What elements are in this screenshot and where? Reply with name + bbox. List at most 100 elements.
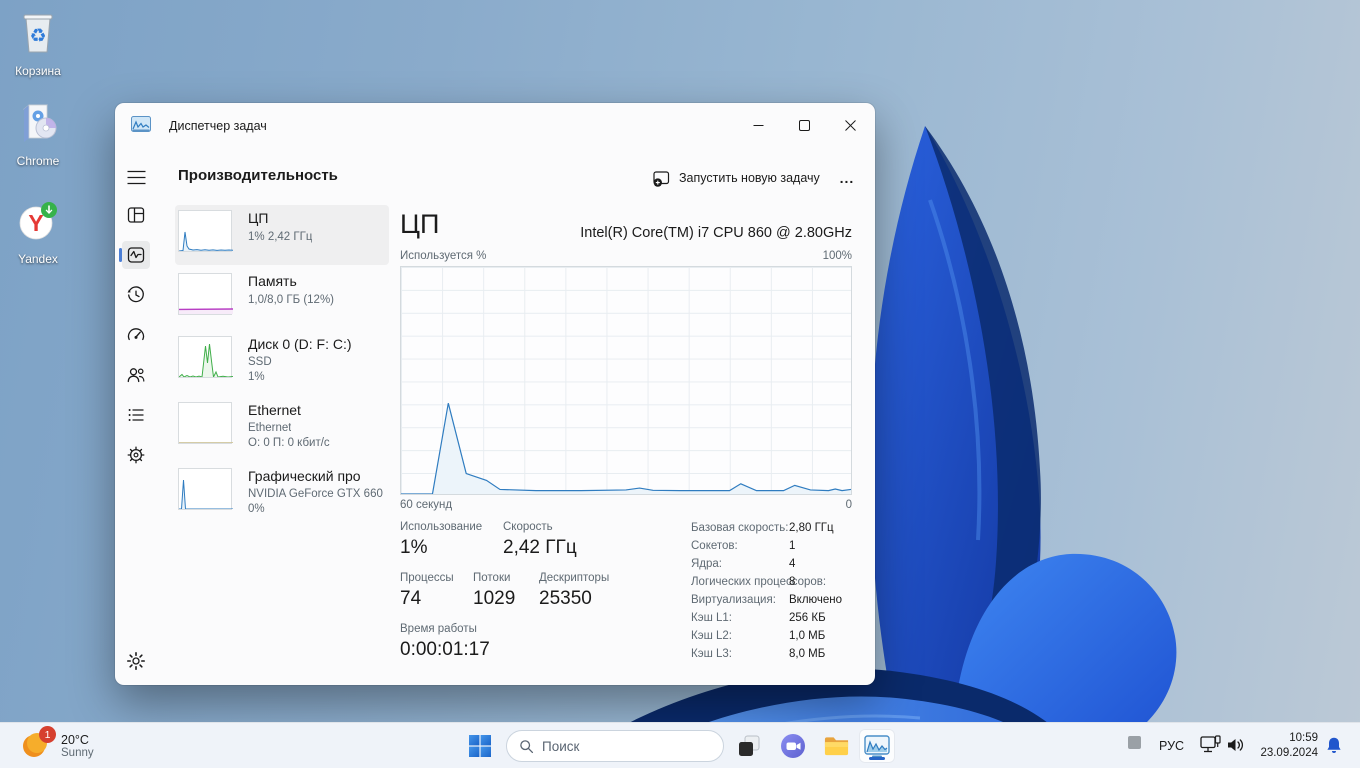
- minimize-button[interactable]: [735, 105, 781, 145]
- graph-ymax-label: 100%: [822, 250, 852, 262]
- desktop-icon-recycle-bin[interactable]: ♻ Корзина: [0, 10, 76, 78]
- clock-date: 23.09.2024: [1260, 747, 1318, 759]
- task-manager-taskbar-button[interactable]: [860, 730, 894, 762]
- perf-item-title: Ethernet: [248, 402, 301, 418]
- sidebar-item-settings[interactable]: [122, 647, 150, 675]
- task-view-button[interactable]: [733, 730, 765, 762]
- close-button[interactable]: [827, 105, 873, 145]
- start-button[interactable]: [464, 730, 496, 762]
- language-indicator[interactable]: РУС: [1159, 739, 1184, 753]
- clock-time: 10:59: [1289, 732, 1318, 744]
- speed-value: 2,42 ГГц: [503, 537, 577, 558]
- startup-apps-icon: [127, 328, 145, 341]
- notification-bell-button[interactable]: [1324, 736, 1344, 761]
- hamburger-icon: [127, 170, 145, 184]
- perf-item-sub: NVIDIA GeForce GTX 660: [248, 488, 383, 500]
- chat-button[interactable]: [777, 730, 809, 762]
- spec-label: Виртуализация:: [691, 594, 776, 606]
- sidebar-item-users[interactable]: [122, 361, 150, 389]
- network-button[interactable]: [1200, 735, 1222, 760]
- ethernet-network-icon: [1200, 735, 1221, 753]
- services-icon: [127, 446, 145, 464]
- perf-item-sub: Ethernet: [248, 422, 292, 434]
- spec-value: 4: [789, 558, 796, 570]
- new-task-icon: [653, 170, 670, 187]
- handles-label: Дескрипторы: [539, 572, 610, 584]
- yandex-icon: Y: [19, 202, 57, 240]
- taskbar: 1 20°C Sunny Поиск РУС 10:59 23.09.2024: [0, 722, 1360, 768]
- svg-text:Y: Y: [28, 210, 43, 236]
- file-explorer-button[interactable]: [820, 730, 852, 762]
- desktop-icon-yandex[interactable]: Y Yandex: [0, 198, 76, 266]
- active-app-indicator: [869, 757, 885, 760]
- maximize-icon: [798, 119, 810, 131]
- desktop-icon-label: Chrome: [16, 154, 60, 168]
- run-new-task-button[interactable]: Запустить новую задачу: [641, 161, 832, 195]
- weather-temp: 20°C: [61, 733, 89, 747]
- more-options-button[interactable]: ...: [831, 161, 863, 195]
- task-manager-icon: [864, 734, 890, 757]
- search-input[interactable]: [542, 738, 692, 754]
- memory-mini-graph: [178, 273, 234, 315]
- notification-badge: 1: [39, 726, 56, 743]
- sidebar-item-performance[interactable]: [122, 241, 150, 269]
- spec-label: Логических процессоров:: [691, 576, 827, 588]
- spec-label: Ядра:: [691, 558, 723, 570]
- task-manager-window: Диспетчер задач Производительность Запус…: [115, 103, 875, 685]
- menu-button[interactable]: [122, 163, 150, 191]
- perf-item-sub: О: 0 П: 0 кбит/с: [248, 437, 330, 449]
- spec-value: 1,0 МБ: [789, 630, 826, 642]
- weather-widget[interactable]: 1 20°C Sunny: [12, 723, 102, 768]
- desktop-icon-chrome-installer[interactable]: Chrome: [0, 100, 76, 168]
- threads-value: 1029: [473, 588, 516, 609]
- windows-logo-icon: [469, 735, 491, 757]
- threads-label: Потоки: [473, 572, 511, 584]
- recycle-bin-icon: ♻: [23, 14, 53, 53]
- processes-label: Процессы: [400, 572, 454, 584]
- processes-value: 74: [400, 588, 422, 609]
- perf-list-item-disk[interactable]: Диск 0 (D: F: C:) SSD 1%: [175, 331, 389, 397]
- sidebar-item-processes[interactable]: [122, 201, 150, 229]
- perf-list-item-ethernet[interactable]: Ethernet Ethernet О: 0 П: 0 кбит/с: [175, 397, 389, 463]
- perf-list-item-gpu[interactable]: Графический про NVIDIA GeForce GTX 660 0…: [175, 463, 389, 529]
- perf-item-title: Память: [248, 273, 297, 289]
- sidebar-item-app-history[interactable]: [122, 281, 150, 309]
- spec-label: Базовая скорость:: [691, 522, 789, 534]
- gpu-mini-graph: [178, 468, 233, 510]
- volume-button[interactable]: [1226, 736, 1246, 759]
- cpu-usage-graph: [400, 266, 852, 495]
- close-icon: [844, 119, 856, 131]
- spec-value: 256 КБ: [789, 612, 826, 624]
- taskbar-search[interactable]: [506, 730, 724, 762]
- page-title: Производительность: [178, 167, 338, 184]
- clock[interactable]: 10:59 23.09.2024: [1252, 731, 1318, 761]
- usage-label: Использование: [400, 521, 483, 533]
- window-title: Диспетчер задач: [169, 119, 267, 133]
- spec-value: 8,0 МБ: [789, 648, 826, 660]
- perf-item-title: Графический про: [248, 468, 361, 484]
- perf-list-item-cpu[interactable]: ЦП 1% 2,42 ГГц: [175, 205, 389, 265]
- spec-label: Кэш L1:: [691, 612, 732, 624]
- performance-icon: [127, 247, 145, 263]
- uptime-value: 0:00:01:17: [400, 639, 490, 660]
- sidebar-item-services[interactable]: [122, 441, 150, 469]
- maximize-button[interactable]: [781, 105, 827, 145]
- perf-item-sub: 0%: [248, 503, 265, 515]
- graph-xmax-label: 0: [845, 499, 852, 511]
- speaker-icon: [1228, 739, 1244, 751]
- perf-item-sub: 1% 2,42 ГГц: [248, 231, 313, 243]
- sidebar-item-startup-apps[interactable]: [122, 321, 150, 349]
- window-controls: [735, 105, 873, 145]
- perf-item-sub: 1%: [248, 371, 265, 383]
- sidebar-item-details[interactable]: [122, 401, 150, 429]
- spec-value: 8: [789, 576, 796, 588]
- tray-app-icon[interactable]: [1128, 736, 1141, 749]
- users-icon: [127, 368, 145, 383]
- chat-video-icon: [781, 734, 805, 758]
- spec-value: 2,80 ГГц: [789, 522, 834, 534]
- details-icon: [128, 409, 144, 421]
- run-new-task-label: Запустить новую задачу: [679, 171, 820, 185]
- perf-list-item-memory[interactable]: Память 1,0/8,0 ГБ (12%): [175, 268, 389, 328]
- weather-condition: Sunny: [61, 747, 94, 759]
- uptime-label: Время работы: [400, 623, 477, 635]
